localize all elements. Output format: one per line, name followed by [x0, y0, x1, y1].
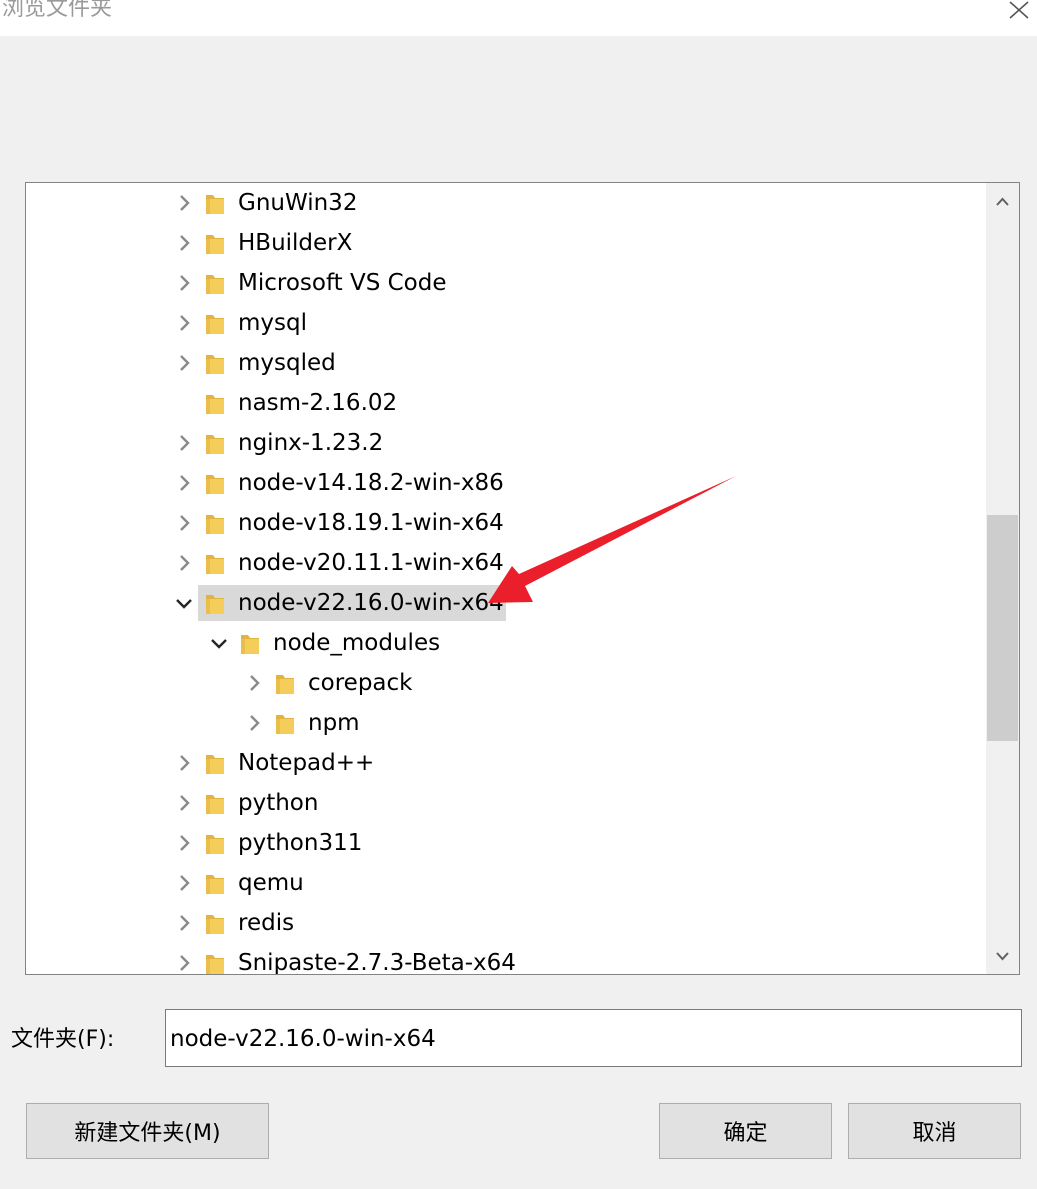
tree-item-label: npm: [308, 707, 360, 739]
tree-item[interactable]: python: [26, 783, 990, 823]
tree-item-label: redis: [238, 907, 294, 939]
scroll-thumb[interactable]: [987, 515, 1018, 741]
folder-name-input[interactable]: [165, 1009, 1022, 1067]
window-title: 浏览文件夹: [2, 0, 112, 24]
tree-item[interactable]: Microsoft VS Code: [26, 263, 990, 303]
new-folder-button[interactable]: 新建文件夹(M): [26, 1103, 269, 1159]
folder-icon: [204, 232, 226, 256]
chevron-right-icon[interactable]: [174, 273, 194, 293]
vertical-scrollbar[interactable]: [986, 183, 1019, 974]
tree-item[interactable]: node-v22.16.0-win-x64: [26, 583, 990, 623]
tree-item[interactable]: redis: [26, 903, 990, 943]
chevron-right-icon[interactable]: [174, 953, 194, 973]
tree-item[interactable]: Notepad++: [26, 743, 990, 783]
tree-item-label: HBuilderX: [238, 227, 352, 259]
folder-icon: [204, 432, 226, 456]
tree-item[interactable]: corepack: [26, 663, 990, 703]
folder-tree[interactable]: GnuWin32 HBuilderX Microsoft VS Code mysql m…: [25, 182, 1020, 975]
folder-icon: [204, 312, 226, 336]
scroll-up-icon: [986, 183, 1019, 217]
tree-item-label: nasm-2.16.02: [238, 387, 397, 419]
chevron-right-icon[interactable]: [174, 433, 194, 453]
tree-item[interactable]: node-v18.19.1-win-x64: [26, 503, 990, 543]
folder-icon: [204, 512, 226, 536]
folder-icon: [204, 192, 226, 216]
folder-icon: [239, 632, 261, 656]
tree-item-label: mysqled: [238, 347, 336, 379]
chevron-down-icon[interactable]: [209, 633, 229, 653]
tree-item-label: nginx-1.23.2: [238, 427, 383, 459]
tree-item[interactable]: Snipaste-2.7.3-Beta-x64: [26, 943, 990, 975]
tree-item[interactable]: node_modules: [26, 623, 990, 663]
tree-item-label: corepack: [308, 667, 412, 699]
tree-item[interactable]: HBuilderX: [26, 223, 990, 263]
chevron-right-icon[interactable]: [244, 673, 264, 693]
tree-item-label: node_modules: [273, 627, 440, 659]
tree-item[interactable]: qemu: [26, 863, 990, 903]
tree-item[interactable]: mysql: [26, 303, 990, 343]
tree-item-label: node-v14.18.2-win-x86: [238, 467, 504, 499]
tree-item[interactable]: mysqled: [26, 343, 990, 383]
chevron-right-icon[interactable]: [174, 193, 194, 213]
folder-icon: [204, 752, 226, 776]
tree-item-label: python: [238, 787, 318, 819]
tree-item-label: Snipaste-2.7.3-Beta-x64: [238, 947, 516, 975]
chevron-right-icon[interactable]: [174, 873, 194, 893]
folder-icon: [204, 832, 226, 856]
folder-icon: [204, 872, 226, 896]
tree-item[interactable]: python311: [26, 823, 990, 863]
tree-item[interactable]: npm: [26, 703, 990, 743]
tree-item-label: qemu: [238, 867, 304, 899]
folder-icon: [274, 712, 296, 736]
folder-field-label: 文件夹(F):: [11, 1024, 114, 1056]
title-bar: 浏览文件夹: [0, 0, 1037, 36]
tree-item[interactable]: GnuWin32: [26, 183, 990, 223]
chevron-right-icon[interactable]: [174, 913, 194, 933]
tree-item-label: Notepad++: [238, 747, 374, 779]
folder-icon: [204, 792, 226, 816]
folder-icon: [204, 272, 226, 296]
chevron-right-icon[interactable]: [174, 793, 194, 813]
tree-item[interactable]: node-v20.11.1-win-x64: [26, 543, 990, 583]
chevron-right-icon[interactable]: [174, 353, 194, 373]
folder-icon: [204, 952, 226, 975]
ok-button[interactable]: 确定: [659, 1103, 832, 1159]
folder-icon: [204, 552, 226, 576]
cancel-button[interactable]: 取消: [848, 1103, 1021, 1159]
chevron-right-icon[interactable]: [174, 233, 194, 253]
chevron-right-icon[interactable]: [174, 553, 194, 573]
tree-item[interactable]: nginx-1.23.2: [26, 423, 990, 463]
scroll-down-button[interactable]: [986, 940, 1019, 974]
chevron-right-icon[interactable]: [174, 753, 194, 773]
folder-icon: [204, 592, 226, 616]
chevron-right-icon[interactable]: [174, 473, 194, 493]
chevron-right-icon[interactable]: [174, 313, 194, 333]
folder-icon: [204, 912, 226, 936]
chevron-right-icon[interactable]: [174, 513, 194, 533]
tree-item[interactable]: node-v14.18.2-win-x86: [26, 463, 990, 503]
scroll-up-button[interactable]: [986, 183, 1019, 217]
folder-icon: [204, 352, 226, 376]
close-button[interactable]: [1003, 0, 1037, 24]
tree-item-label: node-v22.16.0-win-x64: [238, 587, 504, 619]
chevron-right-icon[interactable]: [174, 833, 194, 853]
tree-item-label: mysql: [238, 307, 307, 339]
chevron-down-icon[interactable]: [174, 593, 194, 613]
scroll-down-icon: [986, 940, 1019, 974]
tree-item-label: node-v20.11.1-win-x64: [238, 547, 504, 579]
tree-item-label: GnuWin32: [238, 187, 357, 219]
folder-icon: [204, 392, 226, 416]
tree-item-label: python311: [238, 827, 362, 859]
chevron-right-icon[interactable]: [244, 713, 264, 733]
close-icon: [1003, 0, 1037, 24]
tree-item-label: Microsoft VS Code: [238, 267, 447, 299]
tree-item[interactable]: nasm-2.16.02: [26, 383, 990, 423]
tree-item-label: node-v18.19.1-win-x64: [238, 507, 504, 539]
folder-icon: [274, 672, 296, 696]
folder-icon: [204, 472, 226, 496]
